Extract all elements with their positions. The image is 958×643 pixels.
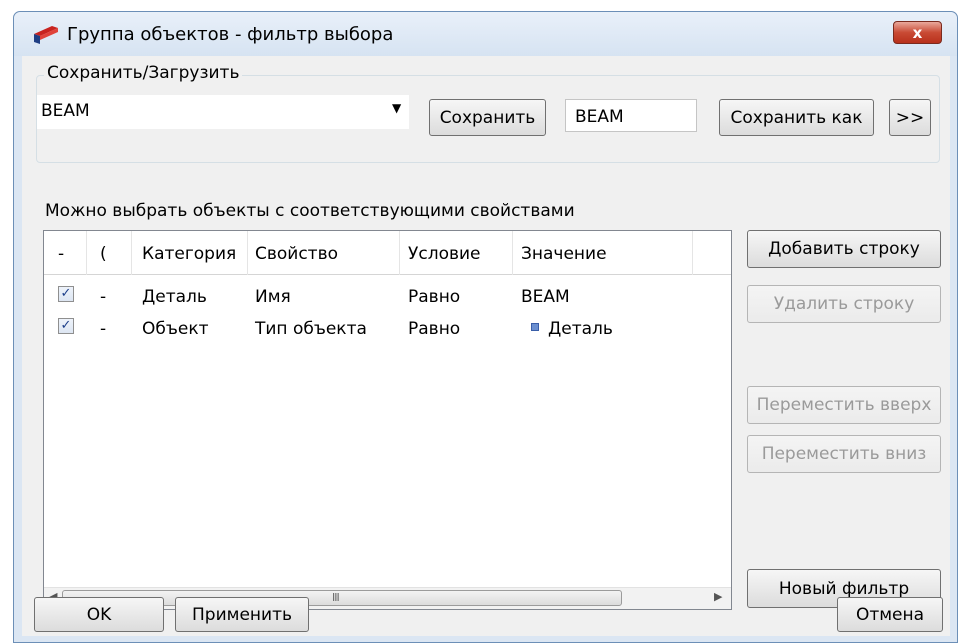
row-category[interactable]: Объект (142, 319, 209, 339)
header-divider[interactable] (86, 231, 87, 275)
header-paren[interactable]: ( (100, 244, 107, 264)
table-row[interactable]: ✓ - Объект Тип объекта Равно Деталь (44, 315, 731, 345)
header-divider[interactable] (512, 231, 513, 275)
row-condition[interactable]: Равно (408, 287, 460, 307)
cancel-button[interactable]: Отмена (837, 597, 943, 632)
header-condition[interactable]: Условие (408, 244, 481, 264)
ok-button[interactable]: OK (34, 597, 164, 632)
header-divider[interactable] (692, 231, 693, 275)
row-property[interactable]: Имя (255, 287, 291, 307)
row-category[interactable]: Деталь (142, 287, 207, 307)
move-up-button[interactable]: Переместить вверх (747, 386, 941, 424)
header-divider[interactable] (247, 231, 248, 275)
close-button[interactable]: x (893, 21, 942, 44)
apply-button[interactable]: Применить (175, 597, 309, 632)
save-as-button[interactable]: Сохранить как (719, 99, 874, 136)
close-icon: x (912, 23, 923, 42)
grip-icon: III (332, 591, 340, 604)
filter-grid: - ( Категория Свойство Условие Значение … (43, 230, 732, 610)
row-enabled-checkbox[interactable]: ✓ (58, 318, 74, 334)
row-enabled-checkbox[interactable]: ✓ (58, 286, 74, 302)
header-category[interactable]: Категория (142, 244, 236, 264)
header-value[interactable]: Значение (521, 244, 607, 264)
scroll-right-icon[interactable]: ▶ (714, 590, 722, 603)
row-paren: - (100, 319, 107, 339)
filter-select-value: BEAM (41, 101, 90, 121)
save-button[interactable]: Сохранить (429, 99, 546, 136)
app-icon (34, 26, 58, 44)
move-down-button[interactable]: Переместить вниз (747, 435, 941, 473)
expand-button[interactable]: >> (889, 99, 931, 136)
row-property[interactable]: Тип объекта (255, 319, 367, 339)
header-divider[interactable] (399, 231, 400, 275)
filter-caption: Можно выбрать объекты с соответствующими… (45, 201, 575, 221)
add-row-button[interactable]: Добавить строку (747, 230, 941, 268)
dialog-window: Группа объектов - фильтр выбора x BEAM ▼… (13, 11, 958, 643)
header-property[interactable]: Свойство (255, 244, 338, 264)
table-row[interactable]: ✓ - Деталь Имя Равно BEAM (44, 283, 731, 313)
delete-row-button[interactable]: Удалить строку (747, 285, 941, 323)
title-bar[interactable]: Группа объектов - фильтр выбора x (14, 12, 957, 56)
grid-header: - ( Категория Свойство Условие Значение (44, 231, 731, 275)
window-title: Группа объектов - фильтр выбора (67, 24, 394, 45)
row-paren: - (100, 287, 107, 307)
chevron-down-icon[interactable]: ▼ (392, 101, 401, 115)
dialog-client-area: BEAM ▼ Сохранить BEAM Сохранить как >> С… (22, 56, 950, 636)
save-load-legend: Сохранить/Загрузить (44, 63, 243, 83)
save-load-group: BEAM ▼ Сохранить BEAM Сохранить как >> (36, 75, 940, 163)
header-divider[interactable] (131, 231, 132, 275)
save-as-name-input[interactable]: BEAM (565, 99, 697, 132)
header-dash[interactable]: - (58, 244, 64, 264)
row-value[interactable]: Деталь (548, 319, 613, 339)
row-condition[interactable]: Равно (408, 319, 460, 339)
filter-select[interactable]: BEAM ▼ (37, 95, 409, 129)
part-icon (531, 323, 539, 331)
row-value[interactable]: BEAM (521, 287, 570, 307)
